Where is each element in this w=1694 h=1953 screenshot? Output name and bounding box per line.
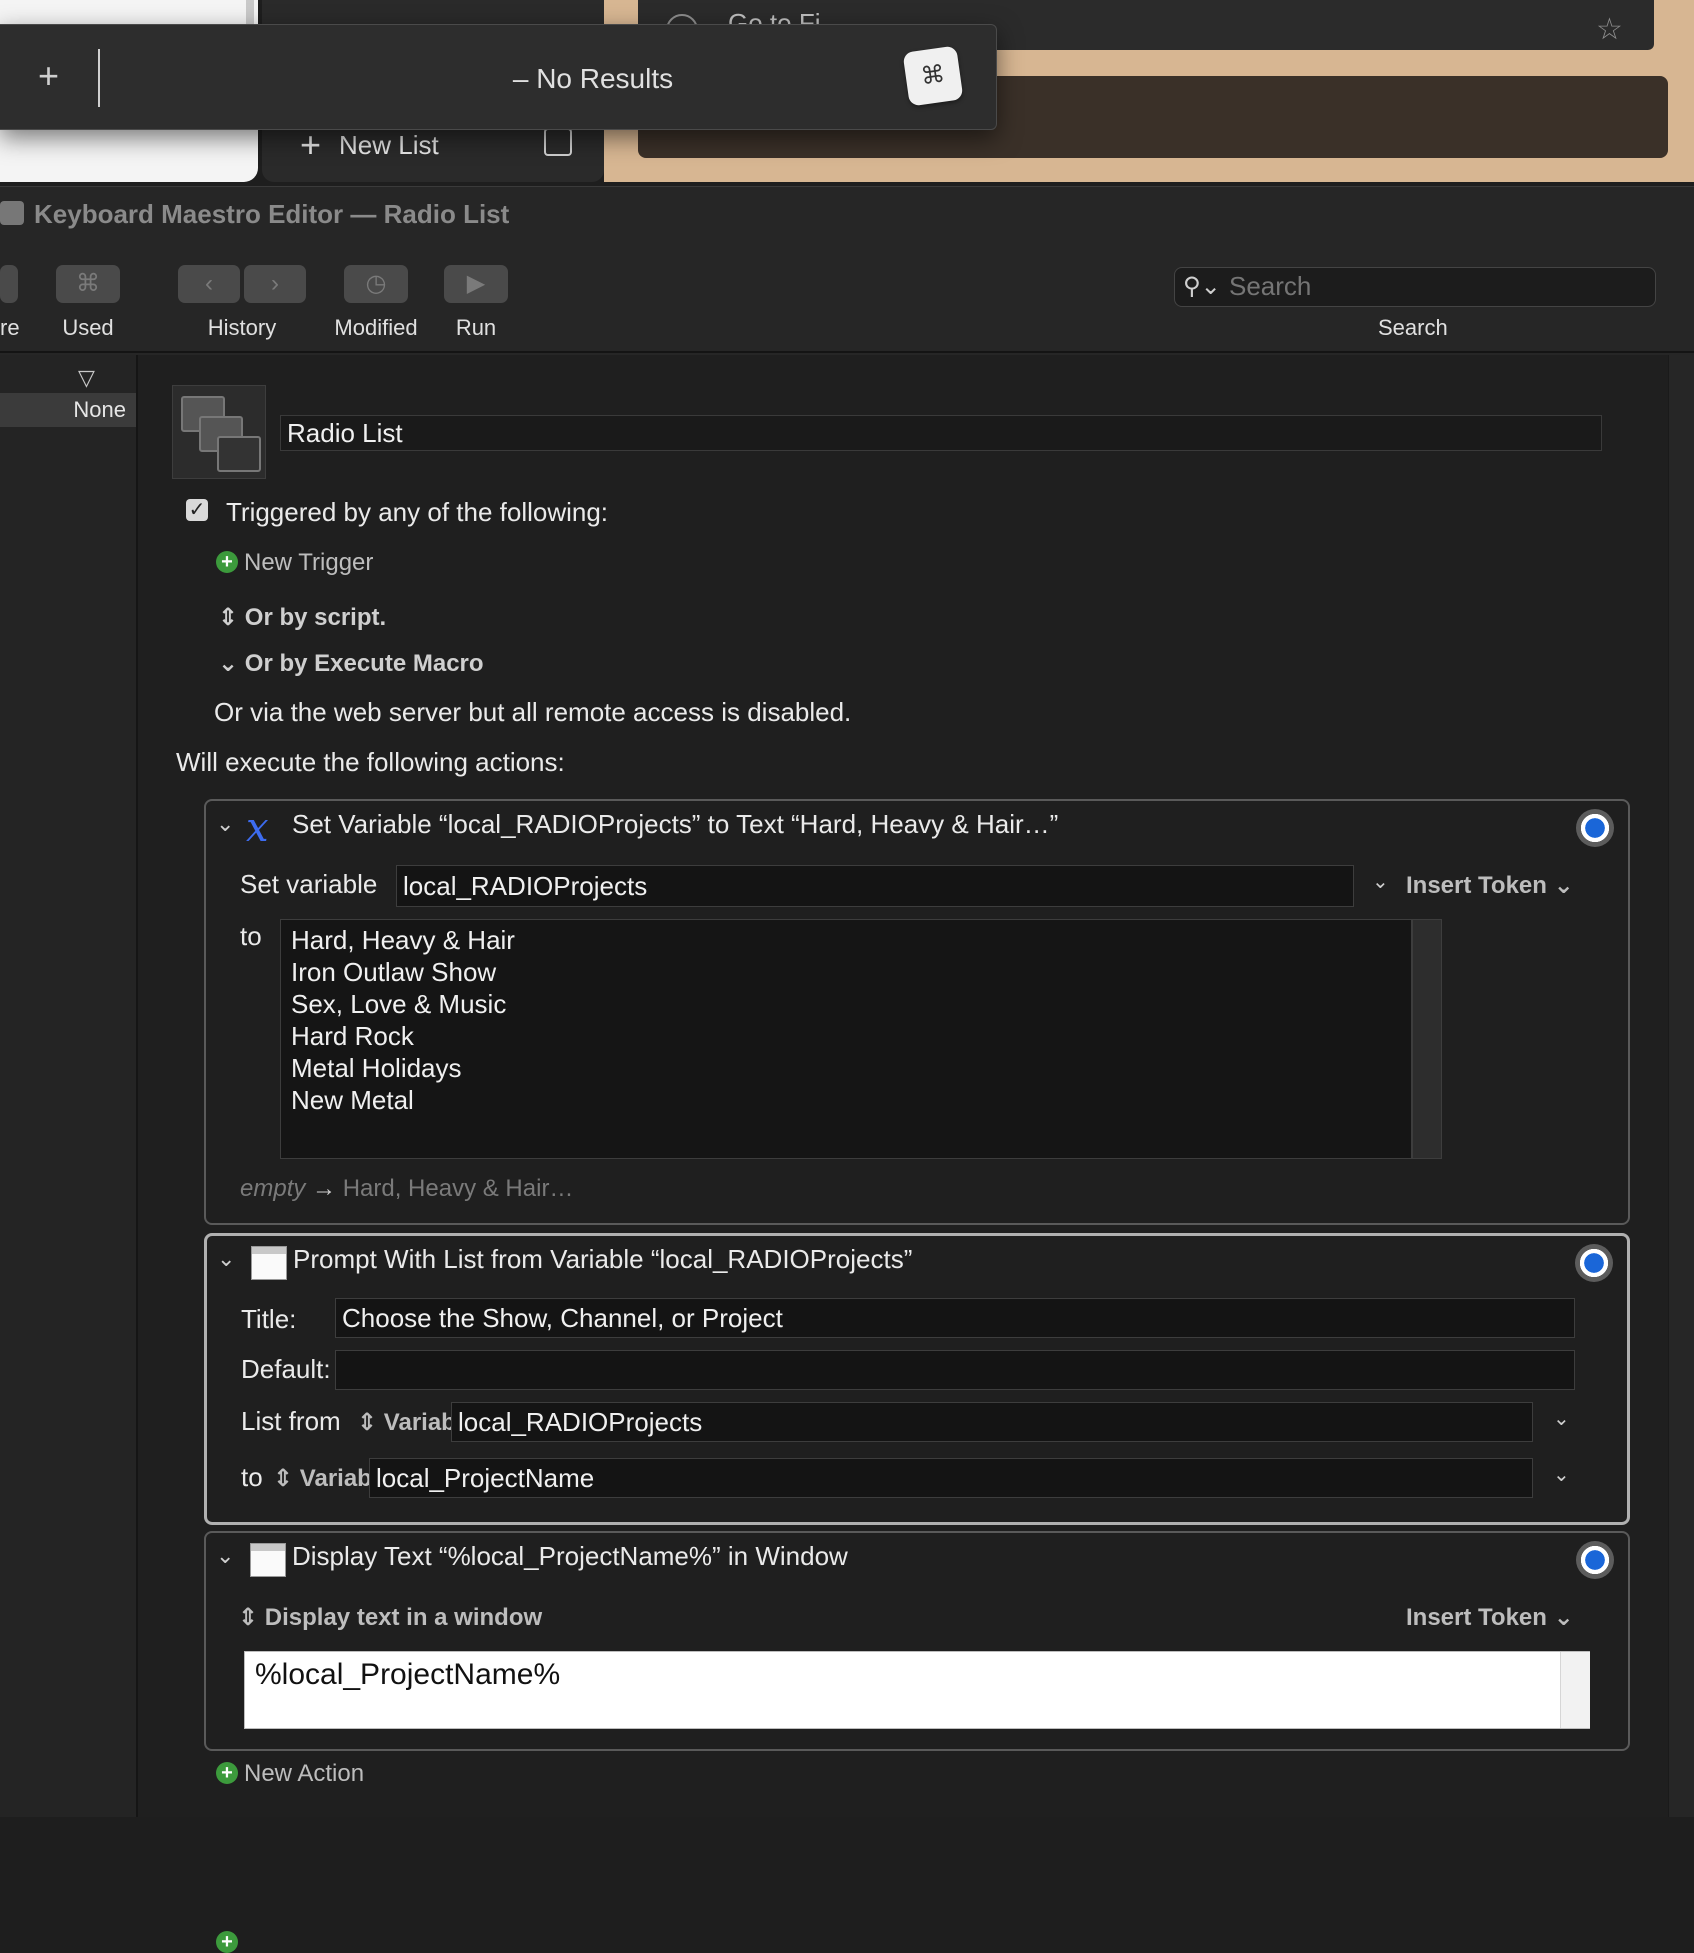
history-label: History: [207, 315, 277, 340]
or-by-script-label: Or by script.: [244, 604, 387, 631]
chevron-down-icon[interactable]: ⌄: [217, 1246, 235, 1272]
variable-preview: empty → Hard, Heavy & Hair…: [240, 1175, 573, 1203]
updown-chevron-icon: ⇕: [273, 1465, 300, 1492]
action-display-text[interactable]: ⌄ Display Text “%local_ProjectName%” in …: [204, 1531, 1630, 1751]
to-label: to: [240, 921, 262, 951]
used-label: Used: [62, 315, 114, 340]
will-execute-heading: Will execute the following actions:: [176, 747, 565, 777]
macro-icon-window-3: [217, 436, 261, 472]
chevron-down-icon[interactable]: ⌄: [216, 1543, 234, 1569]
macro-list-column: ▽ None: [0, 355, 138, 1817]
insert-token-label: Insert Token: [1406, 872, 1547, 899]
insert-token-button[interactable]: Insert Token ⌄: [1406, 1603, 1574, 1632]
list-from-label: List from: [241, 1406, 341, 1436]
or-by-execute-macro-label: Or by Execute Macro: [244, 650, 484, 677]
gear-icon[interactable]: [1576, 1541, 1614, 1579]
variable-dropdown-chevron-icon[interactable]: ⌄: [1372, 869, 1389, 894]
macro-icon[interactable]: [172, 385, 266, 479]
variable-name-field[interactable]: [396, 865, 1354, 907]
action-title: Display Text “%local_ProjectName%” in Wi…: [292, 1541, 848, 1571]
variable-x-icon: 𝑥: [246, 805, 269, 851]
or-by-script-toggle[interactable]: ⇕ Or by script.: [218, 603, 386, 632]
list-from-variable-field[interactable]: [451, 1402, 1533, 1442]
history-back-button[interactable]: ‹: [178, 265, 240, 303]
gear-icon[interactable]: [1575, 1244, 1613, 1282]
macro-editor-pane: ✓ Triggered by any of the following: + N…: [138, 355, 1668, 1953]
triggered-label: Triggered by any of the following:: [226, 497, 609, 527]
modified-button[interactable]: ◷: [344, 265, 408, 303]
hud-status-text: – No Results: [512, 63, 674, 94]
filter-icon[interactable]: ▽: [78, 365, 95, 391]
to-label: to: [241, 1462, 263, 1492]
prompt-title-field[interactable]: [335, 1298, 1575, 1338]
new-list-label: New List: [339, 129, 439, 160]
action-title: Set Variable “local_RADIOProjects” to Te…: [292, 809, 1059, 839]
action-title: Prompt With List from Variable “local_RA…: [293, 1244, 913, 1274]
title-label: Title:: [241, 1304, 297, 1334]
editor-scrollbar[interactable]: [1668, 355, 1694, 1817]
empty-label: empty: [240, 1175, 306, 1202]
none-label: None: [73, 397, 126, 422]
run-label: Run: [455, 315, 497, 340]
new-action-add-icon[interactable]: +: [216, 1931, 238, 1953]
editor-window: Keyboard Maestro Editor — Radio List re …: [0, 186, 1694, 1953]
gear-icon[interactable]: [1576, 809, 1614, 847]
display-text-area[interactable]: %local_ProjectName%: [244, 1651, 1590, 1729]
display-mode-label: Display text in a window: [264, 1604, 543, 1631]
updown-chevron-icon: ⇕: [238, 1604, 265, 1631]
toolbar-partial-label: re: [0, 315, 20, 340]
display-text-scrollbar[interactable]: [1560, 1652, 1590, 1728]
chevron-down-icon[interactable]: ⌄: [216, 811, 234, 837]
updown-chevron-icon: ⇕: [357, 1409, 384, 1436]
arrow-right-icon: →: [312, 1175, 343, 1202]
macro-name-field[interactable]: [280, 415, 1602, 451]
modified-label: Modified: [334, 315, 418, 340]
new-list-button[interactable]: + New List: [300, 124, 439, 165]
search-icon: ⚲⌄: [1183, 273, 1221, 300]
list-from-dropdown-chevron-icon[interactable]: ⌄: [1553, 1406, 1570, 1431]
default-label: Default:: [241, 1354, 331, 1384]
text-area-scrollbar[interactable]: [1412, 919, 1442, 1159]
set-variable-label: Set variable: [240, 869, 378, 899]
insert-token-label: Insert Token: [1406, 1604, 1547, 1631]
triggered-checkbox[interactable]: ✓: [186, 499, 208, 521]
history-forward-button[interactable]: ›: [244, 265, 306, 303]
window-icon: [251, 1246, 287, 1280]
list-item-none[interactable]: None: [0, 393, 136, 427]
used-button[interactable]: ⌘: [56, 265, 120, 303]
toolbar-partial-button[interactable]: [0, 265, 18, 303]
insert-token-button[interactable]: Insert Token ⌄: [1406, 871, 1574, 900]
plus-icon: +: [300, 124, 322, 165]
window-icon: [250, 1543, 286, 1577]
new-action-button[interactable]: New Action: [244, 1760, 364, 1788]
search-label: Search: [1378, 315, 1448, 340]
toolbar-divider: [0, 351, 1694, 353]
keyboard-maestro-app-icon: ⌘: [902, 45, 964, 107]
default-field[interactable]: [335, 1350, 1575, 1390]
or-by-execute-macro-toggle[interactable]: ⌄ Or by Execute Macro: [218, 649, 484, 678]
window-app-icon: [0, 201, 24, 225]
window-title: Keyboard Maestro Editor — Radio List: [34, 199, 510, 229]
run-button[interactable]: ▶: [444, 265, 508, 303]
action-set-variable[interactable]: ⌄ 𝑥 Set Variable “local_RADIOProjects” t…: [204, 799, 1630, 1225]
action-prompt-with-list[interactable]: ⌄ Prompt With List from Variable “local_…: [204, 1233, 1630, 1525]
share-icon[interactable]: [544, 128, 572, 156]
star-icon[interactable]: ☆: [1596, 12, 1623, 47]
search-input[interactable]: [1229, 268, 1629, 304]
to-dropdown-chevron-icon[interactable]: ⌄: [1553, 1462, 1570, 1487]
variable-text-area[interactable]: Hard, Heavy & Hair Iron Outlaw Show Sex,…: [280, 919, 1412, 1159]
display-mode-popup[interactable]: ⇕ Display text in a window: [238, 1603, 542, 1632]
web-server-note: Or via the web server but all remote acc…: [214, 697, 852, 727]
updown-chevron-icon: ⇕: [218, 604, 245, 631]
to-variable-field[interactable]: [369, 1458, 1533, 1498]
chevron-down-icon: ⌄: [218, 650, 245, 677]
search-field[interactable]: ⚲⌄: [1174, 267, 1656, 307]
new-trigger-add-icon[interactable]: +: [216, 551, 238, 573]
new-trigger-button[interactable]: New Trigger: [244, 549, 373, 577]
new-action-plus-icon[interactable]: +: [216, 1762, 238, 1784]
preview-value: Hard, Heavy & Hair…: [342, 1175, 574, 1202]
search-hud: + – No Results ⌘: [0, 24, 997, 130]
